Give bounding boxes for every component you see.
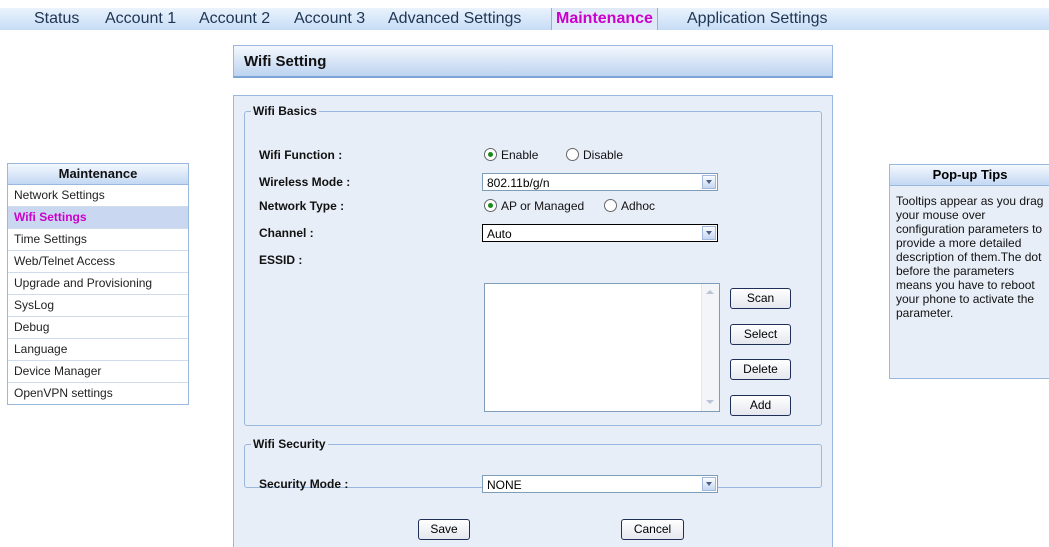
sidebar-title: Maintenance: [8, 164, 188, 185]
chevron-down-icon[interactable]: [702, 226, 716, 240]
wireless-mode-select[interactable]: 802.11b/g/n: [482, 173, 718, 191]
save-button[interactable]: Save: [418, 519, 470, 540]
popup-tips-text: Tooltips appear as you drag your mouse o…: [896, 194, 1044, 320]
page-title: Wifi Setting: [244, 53, 327, 70]
network-type-ap-radio[interactable]: [484, 199, 497, 212]
tab-account-3[interactable]: Account 3: [294, 8, 365, 30]
scroll-up-icon[interactable]: [703, 286, 717, 300]
sidebar-item-openvpn-settings[interactable]: OpenVPN settings: [8, 383, 188, 404]
security-mode-select[interactable]: NONE: [482, 475, 718, 493]
network-type-ap-label: AP or Managed: [501, 199, 585, 213]
wireless-mode-label: Wireless Mode :: [259, 175, 351, 189]
tab-account-2[interactable]: Account 2: [199, 8, 270, 30]
network-type-label: Network Type :: [259, 199, 345, 213]
security-mode-value: NONE: [487, 478, 522, 492]
sidebar-item-language[interactable]: Language: [8, 339, 188, 361]
tab-maintenance[interactable]: Maintenance: [551, 8, 658, 30]
network-type-adhoc-label: Adhoc: [621, 199, 656, 213]
wifi-security-group: Wifi Security Security Mode : NONE: [244, 437, 822, 493]
chevron-down-icon[interactable]: [702, 477, 716, 491]
sidebar-item-device-manager[interactable]: Device Manager: [8, 361, 188, 383]
page-title-bar: Wifi Setting: [233, 45, 833, 78]
wifi-function-disable-option[interactable]: Disable: [566, 148, 623, 162]
essid-list-scrollbar[interactable]: [701, 284, 719, 411]
wifi-function-label: Wifi Function :: [259, 148, 343, 162]
wifi-function-enable-option[interactable]: Enable: [484, 148, 538, 162]
scan-button[interactable]: Scan: [730, 288, 791, 309]
network-type-ap-option[interactable]: AP or Managed: [484, 199, 584, 213]
popup-tips-title: Pop-up Tips: [890, 165, 1049, 186]
sidebar-item-time-settings[interactable]: Time Settings: [8, 229, 188, 251]
chevron-down-icon[interactable]: [702, 175, 716, 189]
wifi-basics-group: Wifi Basics Wifi Function : Enable Disab…: [244, 104, 822, 426]
wifi-function-enable-radio[interactable]: [484, 148, 497, 161]
wireless-mode-value: 802.11b/g/n: [487, 176, 550, 190]
popup-tips-panel: Pop-up Tips Tooltips appear as you drag …: [889, 164, 1049, 379]
delete-button[interactable]: Delete: [730, 359, 791, 380]
sidebar-item-upgrade-provisioning[interactable]: Upgrade and Provisioning: [8, 273, 188, 295]
network-type-adhoc-option[interactable]: Adhoc: [604, 199, 655, 213]
sidebar-item-syslog[interactable]: SysLog: [8, 295, 188, 317]
tab-application-settings[interactable]: Application Settings: [687, 8, 828, 30]
security-mode-label: Security Mode :: [259, 477, 349, 491]
sidebar-item-wifi-settings[interactable]: Wifi Settings: [8, 207, 188, 229]
top-nav: Status Account 1 Account 2 Account 3 Adv…: [0, 8, 1049, 30]
wifi-function-disable-label: Disable: [583, 148, 624, 162]
wifi-function-enable-label: Enable: [501, 148, 539, 162]
essid-list[interactable]: [484, 283, 720, 412]
essid-label: ESSID :: [259, 253, 303, 267]
select-button[interactable]: Select: [730, 324, 791, 345]
sidebar-menu: Maintenance Network Settings Wifi Settin…: [7, 163, 189, 405]
sidebar-item-web-telnet-access[interactable]: Web/Telnet Access: [8, 251, 188, 273]
wifi-basics-legend: Wifi Basics: [253, 104, 317, 118]
channel-value: Auto: [487, 227, 512, 241]
sidebar-item-network-settings[interactable]: Network Settings: [8, 185, 188, 207]
channel-label: Channel :: [259, 226, 314, 240]
add-button[interactable]: Add: [730, 395, 791, 416]
cancel-button[interactable]: Cancel: [621, 519, 684, 540]
tab-advanced-settings[interactable]: Advanced Settings: [388, 8, 521, 30]
wifi-function-disable-radio[interactable]: [566, 148, 579, 161]
tab-status[interactable]: Status: [34, 8, 79, 30]
scroll-down-icon[interactable]: [703, 395, 717, 409]
network-type-adhoc-radio[interactable]: [604, 199, 617, 212]
wifi-security-legend: Wifi Security: [253, 437, 326, 451]
tab-account-1[interactable]: Account 1: [105, 8, 176, 30]
sidebar-item-debug[interactable]: Debug: [8, 317, 188, 339]
settings-panel: Wifi Basics Wifi Function : Enable Disab…: [233, 95, 833, 547]
channel-select[interactable]: Auto: [482, 224, 718, 242]
